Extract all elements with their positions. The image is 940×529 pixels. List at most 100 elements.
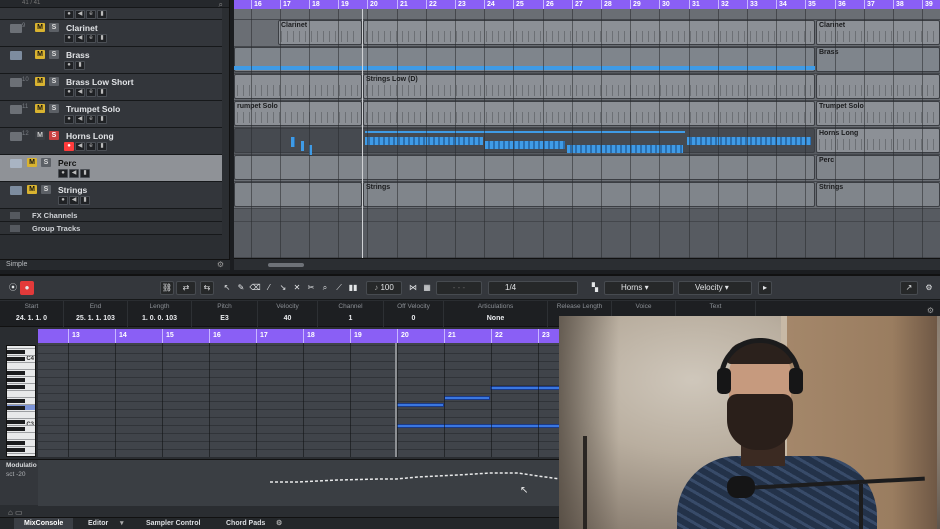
settings-icon[interactable]: ▮ — [80, 169, 90, 178]
mute-button[interactable]: M — [35, 50, 45, 59]
mute-button[interactable]: M — [27, 158, 37, 167]
read-icon[interactable]: ◀ — [75, 142, 85, 151]
project-cursor[interactable] — [362, 9, 363, 258]
editor-scroll-icons[interactable]: ⌂ ▭ — [8, 508, 28, 517]
read-icon[interactable]: ◀ — [75, 34, 85, 43]
monitor-icon[interactable]: ● — [64, 10, 74, 19]
black-key[interactable] — [7, 406, 25, 410]
pointer-tool-icon[interactable]: ↖ — [220, 281, 234, 295]
glue-tool-icon[interactable]: ⟋ — [332, 281, 346, 295]
track-perc[interactable]: M S Perc ● ◀ ▮ — [0, 155, 222, 182]
link-icon[interactable]: ⛓ — [160, 281, 174, 295]
tab-mixconsole[interactable]: MixConsole — [14, 518, 74, 529]
monitor-icon[interactable]: ● — [58, 169, 68, 178]
tab-chord-pads[interactable]: Chord Pads — [216, 518, 275, 529]
monitor-icon[interactable]: ● — [64, 61, 74, 70]
solo-button[interactable]: S — [41, 158, 51, 167]
black-key[interactable] — [7, 385, 25, 389]
mute-button[interactable]: M — [35, 77, 45, 86]
mute-button[interactable]: M — [35, 131, 45, 140]
controller-select[interactable]: Velocity ▾ — [678, 281, 752, 295]
black-key[interactable] — [7, 399, 25, 403]
info-field-value[interactable]: None — [444, 315, 547, 322]
midi-note[interactable] — [490, 386, 560, 390]
info-field-value[interactable]: 1 — [318, 315, 383, 322]
infoline-gear-icon[interactable]: ⚙ — [927, 306, 934, 315]
editor-settings-icon[interactable]: ▸ — [758, 281, 772, 295]
project-window[interactable]: 16 17 18 19 20 21 22 23 24 25 26 27 28 29 30 31 32 33 34 35… — [234, 0, 940, 270]
settings-icon[interactable]: ▮ — [97, 10, 107, 19]
edit-icon[interactable]: e — [86, 34, 96, 43]
split-tool-icon[interactable]: ✂ — [304, 281, 318, 295]
gear-icon[interactable]: ⚙ — [276, 518, 282, 529]
info-field[interactable]: Channel 1 — [318, 301, 384, 327]
record-icon[interactable]: ● — [20, 281, 34, 295]
midi-part[interactable] — [234, 74, 362, 99]
info-field[interactable]: End 25. 1. 1. 103 — [64, 301, 128, 327]
insert-velocity-field[interactable]: ♪ 100 — [366, 281, 402, 295]
settings-icon[interactable]: ▮ — [75, 61, 85, 70]
mute-button[interactable]: M — [27, 185, 37, 194]
settings-icon[interactable]: ▮ — [80, 196, 90, 205]
track-name[interactable]: Horns Long — [66, 131, 114, 141]
record-enable-icon[interactable]: ● — [64, 142, 74, 151]
step-input-field[interactable]: - - - — [436, 281, 482, 295]
black-key[interactable] — [7, 441, 25, 445]
time-warp-icon[interactable]: ▮▮ — [346, 281, 360, 295]
solo-editor-icon[interactable]: ⦿ — [6, 281, 20, 295]
track-row-partial[interactable]: ● ◀ e ▮ — [0, 8, 222, 20]
midi-part-horns[interactable] — [234, 128, 815, 155]
open-window-icon[interactable]: ↗ — [900, 281, 918, 295]
quantize-field[interactable]: 1/4 — [488, 281, 578, 295]
read-icon[interactable]: ◀ — [75, 88, 85, 97]
info-field-value[interactable]: 25. 1. 1. 103 — [64, 315, 127, 322]
line-tool-icon[interactable]: ⁄ — [262, 281, 276, 295]
scroll-thumb[interactable] — [268, 263, 304, 267]
info-field[interactable]: Articulations None — [444, 301, 548, 327]
black-key[interactable] — [7, 378, 25, 382]
black-key[interactable] — [7, 357, 25, 361]
track-horns-long[interactable]: 12 M S Horns Long ● ◀ e ▮ — [0, 128, 222, 155]
folder-group-tracks[interactable]: Group Tracks — [0, 222, 222, 235]
track-trumpet-solo[interactable]: 11 M S Trumpet Solo ● ◀ e ▮ — [0, 101, 222, 128]
horizontal-scrollbar[interactable] — [234, 258, 940, 270]
info-field[interactable]: Off Velocity 0 — [384, 301, 444, 327]
midi-note[interactable] — [396, 403, 444, 407]
controller-label[interactable]: Modulatio — [6, 462, 37, 469]
gear-icon[interactable]: ⚙ — [217, 260, 224, 269]
info-field-value[interactable]: 0 — [384, 315, 443, 322]
solo-button[interactable]: S — [41, 185, 51, 194]
track-name[interactable]: Perc — [58, 158, 76, 168]
track-brass-low-short[interactable]: 10 M S Brass Low Short ● ◀ e ▮ — [0, 74, 222, 101]
chevron-down-icon[interactable]: ▾ — [120, 518, 124, 529]
midi-part[interactable]: Clarinet — [278, 20, 362, 45]
read-icon[interactable]: ◀ — [69, 196, 79, 205]
track-clarinet[interactable]: 9 M S Clarinet ● ◀ e ▮ — [0, 20, 222, 47]
info-field-value[interactable]: 24. 1. 1. 0 — [0, 315, 63, 322]
info-field[interactable]: Velocity 40 — [258, 301, 318, 327]
folder-name[interactable]: FX Channels — [32, 211, 77, 220]
autoscroll-icon[interactable]: ⇆ — [200, 281, 214, 295]
mute-tool-icon[interactable]: ✕ — [290, 281, 304, 295]
draw-tool-icon[interactable]: ✎ — [234, 281, 248, 295]
tab-sampler-control[interactable]: Sampler Control — [136, 518, 210, 529]
controller-curve-area[interactable]: ↖ — [38, 460, 560, 506]
black-key[interactable] — [7, 448, 25, 452]
settings-icon[interactable]: ▮ — [97, 34, 107, 43]
black-key[interactable] — [7, 420, 25, 424]
read-icon[interactable]: ◀ — [75, 10, 85, 19]
visibility-preset-label[interactable]: Simple — [6, 261, 27, 268]
settings-icon[interactable]: ▮ — [97, 88, 107, 97]
info-field-value[interactable]: 40 — [258, 315, 317, 322]
solo-button[interactable]: S — [49, 104, 59, 113]
track-name[interactable]: Strings — [58, 185, 87, 195]
monitor-icon[interactable]: ● — [64, 34, 74, 43]
track-strings[interactable]: M S Strings ● ◀ ▮ — [0, 182, 222, 209]
edit-icon[interactable]: e — [86, 10, 96, 19]
read-icon[interactable]: ◀ — [75, 115, 85, 124]
track-name[interactable]: Clarinet — [66, 23, 98, 33]
monitor-icon[interactable]: ● — [64, 115, 74, 124]
info-field-value[interactable]: E3 — [192, 315, 257, 322]
note-display[interactable] — [38, 343, 560, 457]
ruler[interactable]: 16 17 18 19 20 21 22 23 24 25 26 27 28 29 30 31 32 33 34 35… — [234, 0, 940, 9]
